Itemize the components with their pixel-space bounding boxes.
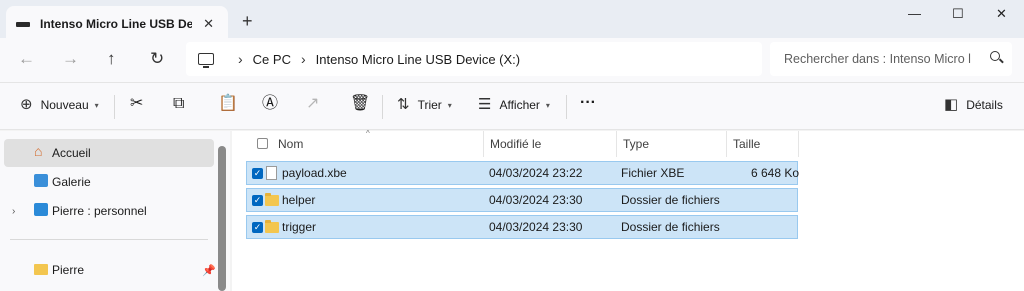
gallery-icon: [34, 174, 48, 187]
column-header-name[interactable]: Nom: [272, 131, 484, 157]
paste-icon[interactable]: 📋: [218, 95, 238, 113]
row-checkbox[interactable]: ✓: [252, 222, 263, 233]
chevron-down-icon: ▾: [545, 100, 550, 110]
cloud-folder-icon: [34, 203, 48, 216]
view-lines-icon: ☰: [478, 96, 492, 113]
add-circle-icon: ⊕: [20, 96, 33, 113]
file-icon: [266, 166, 277, 180]
address-bar[interactable]: › Ce PC › Intenso Micro Line USB Device …: [186, 42, 762, 76]
tab-title: Intenso Micro Line USB Device: [40, 17, 192, 31]
file-name: helper: [282, 193, 316, 207]
file-modified: 04/03/2024 23:22: [489, 166, 583, 180]
close-window-button[interactable]: ✕: [996, 6, 1007, 22]
back-button[interactable]: ←: [18, 50, 35, 68]
search-placeholder: Rechercher dans : Intenso Micro l: [784, 52, 971, 66]
maximize-button[interactable]: ☐: [952, 6, 964, 22]
table-row[interactable]: ✓ trigger 04/03/2024 23:30 Dossier de fi…: [246, 215, 798, 239]
column-header-modified[interactable]: Modifié le: [484, 131, 617, 157]
home-icon: ⌂: [34, 143, 43, 159]
table-row[interactable]: ✓ helper 04/03/2024 23:30 Dossier de fic…: [246, 188, 798, 212]
search-input[interactable]: Rechercher dans : Intenso Micro l: [770, 42, 1012, 76]
close-tab-icon[interactable]: ✕: [203, 16, 214, 32]
file-modified: 04/03/2024 23:30: [489, 220, 583, 234]
minimize-button[interactable]: —: [908, 6, 921, 21]
new-tab-button[interactable]: +: [242, 12, 253, 30]
chevron-down-icon: ▾: [94, 100, 99, 110]
navigation-pane: ⌂ Accueil Galerie › Pierre : personnel P…: [0, 131, 230, 291]
breadcrumb-item-drive[interactable]: Intenso Micro Line USB Device (X:): [316, 52, 520, 67]
folder-icon: [265, 220, 279, 233]
column-header-size[interactable]: Taille: [727, 131, 799, 157]
breadcrumb-item-ce-pc[interactable]: Ce PC: [253, 52, 291, 67]
breadcrumb-separator: ›: [300, 51, 306, 67]
file-type: Dossier de fichiers: [621, 193, 720, 207]
breadcrumb-separator: ›: [238, 51, 243, 67]
chevron-down-icon: ▾: [447, 100, 452, 110]
sidebar-item-pierre[interactable]: Pierre: [4, 256, 214, 284]
new-button[interactable]: ⊕ Nouveau ▾: [20, 97, 99, 113]
up-button[interactable]: ↑: [107, 50, 116, 68]
pin-icon: 📌: [202, 265, 216, 277]
toolbar-divider: [382, 95, 383, 119]
folder-icon: [34, 264, 48, 275]
copy-icon[interactable]: ⧉: [173, 95, 184, 113]
file-size: 6 648 Ko: [751, 166, 800, 180]
row-checkbox[interactable]: ✓: [252, 168, 263, 179]
details-pane-icon: ◧: [944, 96, 959, 113]
sidebar-scrollbar[interactable]: [218, 146, 226, 291]
delete-icon[interactable]: 🗑: [350, 95, 370, 113]
forward-button[interactable]: →: [62, 50, 79, 68]
sidebar-item-label: Pierre: [52, 263, 85, 277]
details-button-label: Détails: [966, 98, 1003, 112]
command-bar: ⊕ Nouveau ▾ ✂ ⧉ 📋 Ⓐ ↗ 🗑 ⇅ Trier ▾ ☰ Affi…: [0, 82, 1024, 130]
usb-drive-icon: [16, 21, 30, 27]
details-button[interactable]: ◧ Détails: [944, 97, 1003, 113]
file-modified: 04/03/2024 23:30: [489, 193, 583, 207]
view-button[interactable]: ☰ Afficher ▾: [478, 97, 550, 113]
sort-icon: ⇅: [397, 96, 410, 113]
column-header-type[interactable]: Type: [617, 131, 727, 157]
share-icon[interactable]: ↗: [306, 95, 319, 113]
table-row[interactable]: ✓ payload.xbe 04/03/2024 23:22 Fichier X…: [246, 161, 800, 185]
folder-icon: [265, 193, 279, 206]
computer-icon: [198, 53, 214, 68]
sort-button-label: Trier: [417, 98, 442, 112]
sidebar-item-accueil[interactable]: ⌂ Accueil: [4, 139, 214, 167]
refresh-button[interactable]: ↻: [150, 50, 164, 68]
sidebar-item-label: Pierre : personnel: [52, 204, 147, 218]
sidebar-item-galerie[interactable]: Galerie: [4, 168, 214, 196]
file-list: ^ Nom Modifié le Type Taille ✓ payload.x…: [232, 129, 1024, 291]
file-name: trigger: [282, 220, 317, 234]
toolbar-divider: [566, 95, 567, 119]
tab-active[interactable]: Intenso Micro Line USB Device ✕: [6, 6, 228, 42]
rename-icon[interactable]: Ⓐ: [262, 95, 278, 113]
sidebar-item-pierre-personnel[interactable]: Pierre : personnel: [4, 197, 214, 225]
row-checkbox[interactable]: ✓: [252, 195, 263, 206]
toolbar-divider: [114, 95, 115, 119]
select-all-checkbox[interactable]: [257, 138, 268, 149]
sort-button[interactable]: ⇅ Trier ▾: [397, 97, 452, 113]
sidebar-item-label: Accueil: [52, 146, 91, 160]
file-name: payload.xbe: [282, 166, 347, 180]
sidebar-item-label: Galerie: [52, 175, 91, 189]
view-button-label: Afficher: [499, 98, 540, 112]
file-type: Dossier de fichiers: [621, 220, 720, 234]
cut-icon[interactable]: ✂: [130, 95, 143, 113]
new-button-label: Nouveau: [40, 98, 89, 112]
sidebar-divider: [10, 239, 208, 240]
file-type: Fichier XBE: [621, 166, 685, 180]
search-icon: [990, 51, 1000, 61]
more-options-icon[interactable]: ···: [580, 94, 596, 112]
